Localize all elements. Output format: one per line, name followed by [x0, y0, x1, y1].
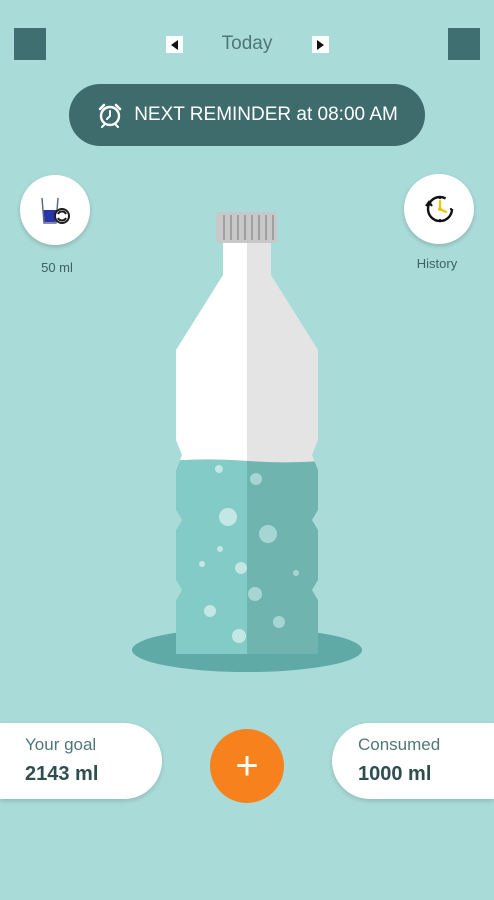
- consumed-value: 1000 ml: [358, 763, 432, 785]
- bubble: [273, 616, 285, 628]
- bubble: [215, 465, 223, 473]
- water-left: [176, 459, 247, 654]
- goal-card[interactable]: Your goal 2143 ml: [0, 723, 162, 799]
- consumed-card: Consumed 1000 ml: [332, 723, 494, 799]
- bubble: [219, 508, 237, 526]
- add-water-button[interactable]: +: [210, 729, 284, 803]
- bubble: [259, 525, 277, 543]
- bubble: [250, 473, 262, 485]
- bubble: [199, 561, 205, 567]
- bubble: [217, 546, 223, 552]
- plus-icon: +: [235, 744, 259, 788]
- bottle-cap: [216, 212, 277, 243]
- bubble: [293, 570, 299, 576]
- bottle-water: [176, 459, 318, 654]
- consumed-title: Consumed: [358, 735, 441, 754]
- bubble: [204, 605, 216, 617]
- water-right: [247, 460, 318, 654]
- water-bottle: [132, 212, 362, 672]
- bubble: [232, 629, 246, 643]
- bubble: [248, 587, 262, 601]
- goal-value: 2143 ml: [25, 763, 99, 785]
- goal-title: Your goal: [25, 735, 97, 754]
- bubble: [235, 562, 247, 574]
